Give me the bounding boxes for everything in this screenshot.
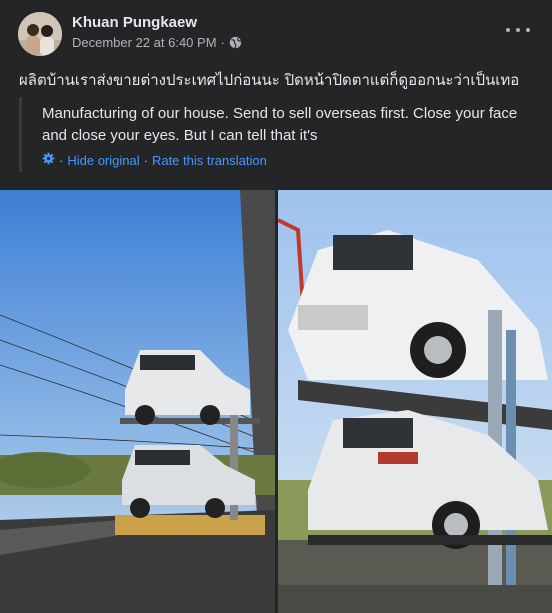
post-header: Khuan Pungkaew December 22 at 6:40 PM ·: [0, 0, 552, 62]
translation-links: · Hide original · Rate this translation: [42, 152, 267, 168]
gear-icon[interactable]: [42, 152, 55, 168]
photo-grid: [0, 190, 552, 613]
author-name[interactable]: Khuan Pungkaew: [72, 14, 197, 31]
meta-separator: ·: [220, 35, 225, 50]
rate-translation-link[interactable]: Rate this translation: [152, 153, 267, 168]
hide-original-link[interactable]: Hide original: [67, 153, 139, 168]
post-text: ผลิตบ้านเราส่งขายต่างประเทศไปก่อนนะ ปิดห…: [19, 71, 520, 89]
separator: ·: [143, 152, 148, 168]
separator: ·: [59, 152, 64, 168]
globe-icon[interactable]: [229, 36, 242, 49]
post-date[interactable]: December 22 at 6:40 PM: [72, 35, 217, 50]
avatar[interactable]: [18, 12, 62, 56]
translated-text: Manufacturing of our house. Send to sell…: [42, 105, 518, 144]
post-photo-right[interactable]: [278, 190, 552, 613]
post-meta: December 22 at 6:40 PM ·: [72, 35, 242, 50]
more-options-icon[interactable]: [506, 22, 530, 38]
translation-box: Manufacturing of our house. Send to sell…: [19, 97, 542, 172]
post-photo-left[interactable]: [0, 190, 275, 613]
